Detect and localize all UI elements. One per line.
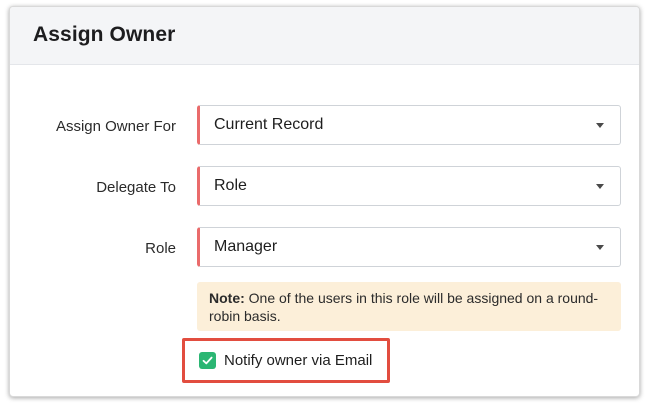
note-text: One of the users in this role will be as… bbox=[209, 290, 599, 324]
checkmark-icon bbox=[202, 356, 213, 365]
assign-owner-dialog: Assign Owner Assign Owner For Current Re… bbox=[9, 6, 640, 397]
delegate-to-value: Role bbox=[214, 177, 247, 194]
dialog-title: Assign Owner bbox=[33, 23, 176, 46]
assign-owner-for-value: Current Record bbox=[214, 116, 324, 133]
chevron-down-icon bbox=[596, 123, 604, 128]
round-robin-note: Note: One of the users in this role will… bbox=[197, 282, 621, 331]
assign-owner-for-label: Assign Owner For bbox=[55, 118, 176, 135]
assign-owner-for-select[interactable]: Current Record bbox=[197, 105, 621, 145]
notify-owner-checkbox[interactable] bbox=[199, 352, 216, 369]
notify-owner-label[interactable]: Notify owner via Email bbox=[224, 352, 372, 369]
chevron-down-icon bbox=[596, 184, 604, 189]
chevron-down-icon bbox=[596, 245, 604, 250]
dialog-header: Assign Owner bbox=[10, 7, 639, 65]
role-value: Manager bbox=[214, 238, 278, 255]
role-select[interactable]: Manager bbox=[197, 227, 621, 267]
note-prefix: Note: bbox=[209, 290, 245, 306]
role-label: Role bbox=[145, 240, 176, 257]
delegate-to-select[interactable]: Role bbox=[197, 166, 621, 206]
delegate-to-label: Delegate To bbox=[96, 179, 176, 196]
